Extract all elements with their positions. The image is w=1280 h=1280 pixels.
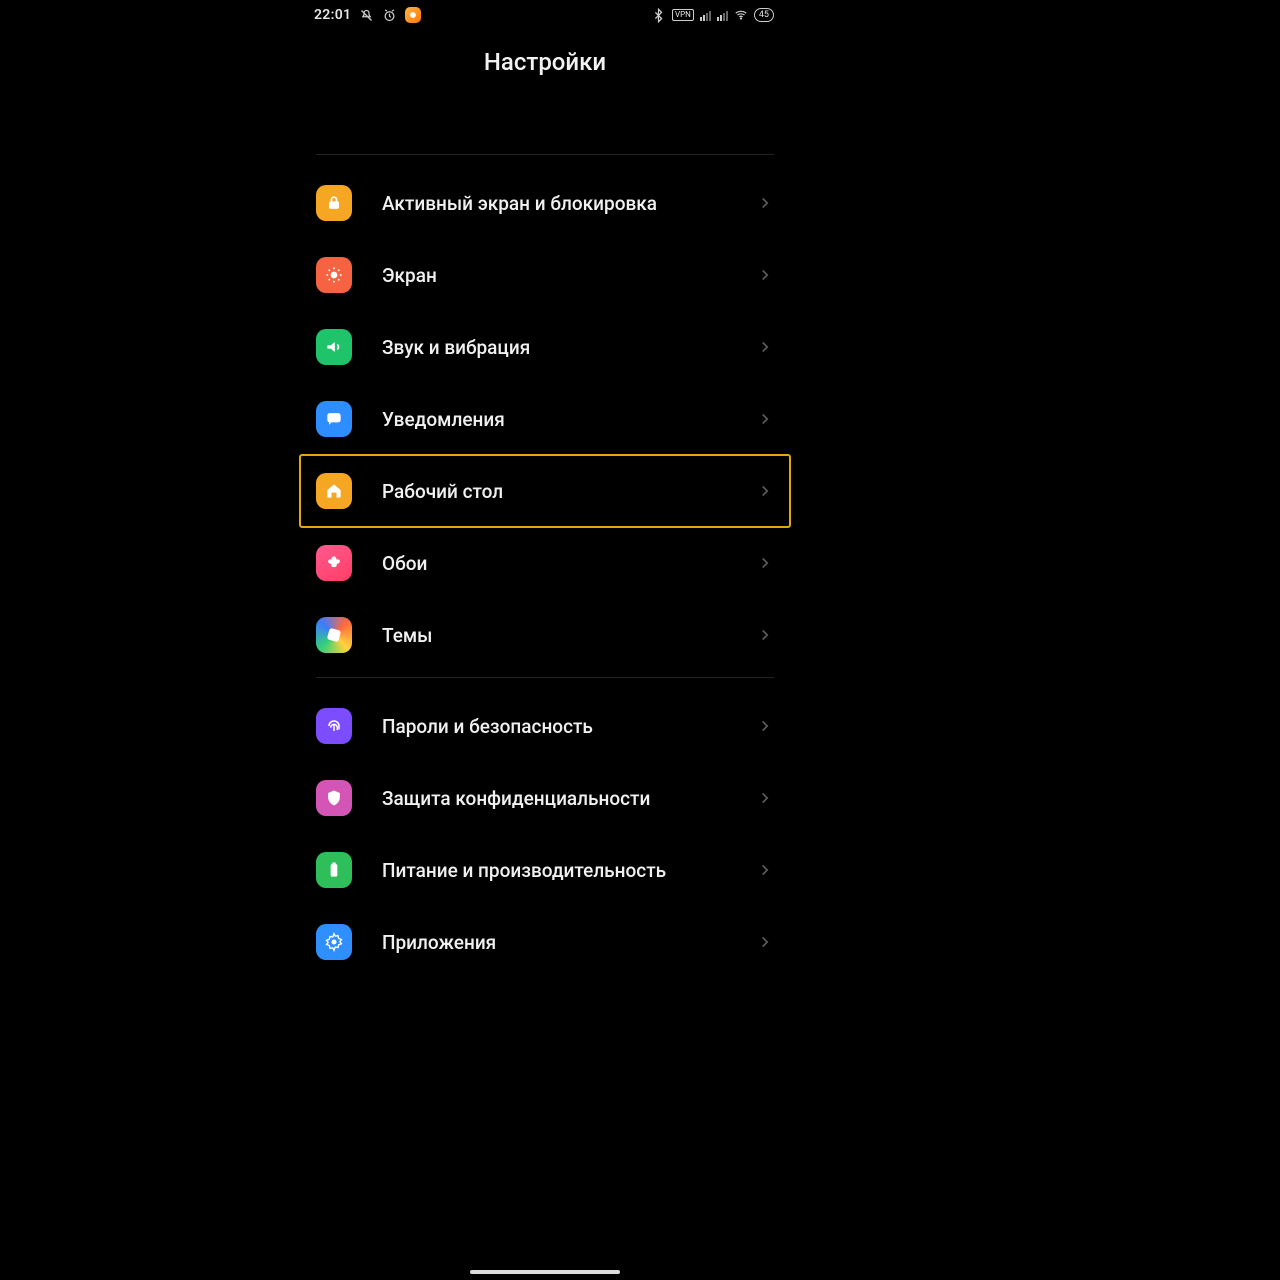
- home-indicator[interactable]: [470, 1270, 620, 1274]
- signal-sim1-icon: [700, 9, 711, 21]
- flower-icon: [316, 545, 352, 581]
- settings-item-apps[interactable]: Приложения: [300, 906, 790, 978]
- chevron-right-icon: [756, 194, 774, 212]
- settings-item-sound[interactable]: Звук и вибрация: [300, 311, 790, 383]
- settings-item-label: Уведомления: [382, 408, 756, 431]
- settings-item-aod[interactable]: Активный экран и блокировка: [300, 167, 790, 239]
- mute-icon: [359, 8, 374, 23]
- signal-sim2-icon: [717, 9, 728, 21]
- settings-item-label: Активный экран и блокировка: [382, 192, 756, 215]
- chevron-right-icon: [756, 861, 774, 879]
- chevron-right-icon: [756, 933, 774, 951]
- lock-icon: [316, 185, 352, 221]
- settings-item-label: Питание и производительность: [382, 859, 756, 882]
- settings-item-battery[interactable]: Питание и производительность: [300, 834, 790, 906]
- sun-icon: [316, 257, 352, 293]
- chevron-right-icon: [756, 410, 774, 428]
- bluetooth-icon: [651, 8, 666, 23]
- app-badge-icon: [405, 7, 421, 23]
- wifi-icon: [734, 8, 748, 22]
- fingerprint-icon: [316, 708, 352, 744]
- page-title: Настройки: [300, 48, 790, 76]
- settings-item-label: Звук и вибрация: [382, 336, 756, 359]
- vpn-badge: VPN: [672, 9, 694, 21]
- settings-item-themes[interactable]: Темы: [300, 599, 790, 671]
- settings-item-label: Рабочий стол: [382, 480, 756, 503]
- chevron-right-icon: [756, 266, 774, 284]
- settings-item-label: Темы: [382, 624, 756, 647]
- battery-icon: [316, 852, 352, 888]
- settings-item-label: Пароли и безопасность: [382, 715, 756, 738]
- chevron-right-icon: [756, 626, 774, 644]
- gear-icon: [316, 924, 352, 960]
- status-bar: 22:01 VPN: [300, 0, 790, 30]
- chevron-right-icon: [756, 482, 774, 500]
- settings-item-label: Обои: [382, 552, 756, 575]
- settings-item-label: Экран: [382, 264, 756, 287]
- settings-item-notifications[interactable]: Уведомления: [300, 383, 790, 455]
- settings-item-label: Защита конфиденциальности: [382, 787, 756, 810]
- settings-item-label: Приложения: [382, 931, 756, 954]
- settings-item-home[interactable]: Рабочий стол: [300, 455, 790, 527]
- settings-item-display[interactable]: Экран: [300, 239, 790, 311]
- home-icon: [316, 473, 352, 509]
- alarm-icon: [382, 8, 397, 23]
- volume-icon: [316, 329, 352, 365]
- battery-indicator: 45: [754, 8, 774, 22]
- chevron-right-icon: [756, 338, 774, 356]
- phone-screen: 22:01 VPN: [300, 0, 790, 1280]
- chevron-right-icon: [756, 717, 774, 735]
- settings-item-privacy[interactable]: Защита конфиденциальности: [300, 762, 790, 834]
- shield-icon: [316, 780, 352, 816]
- status-clock: 22:01: [314, 7, 351, 23]
- chevron-right-icon: [756, 554, 774, 572]
- theme-icon: [316, 617, 352, 653]
- chevron-right-icon: [756, 789, 774, 807]
- settings-item-wallpaper[interactable]: Обои: [300, 527, 790, 599]
- settings-item-passwords[interactable]: Пароли и безопасность: [300, 690, 790, 762]
- settings-list[interactable]: Активный экран и блокировка Экран Звук и в…: [300, 154, 790, 984]
- chat-icon: [316, 401, 352, 437]
